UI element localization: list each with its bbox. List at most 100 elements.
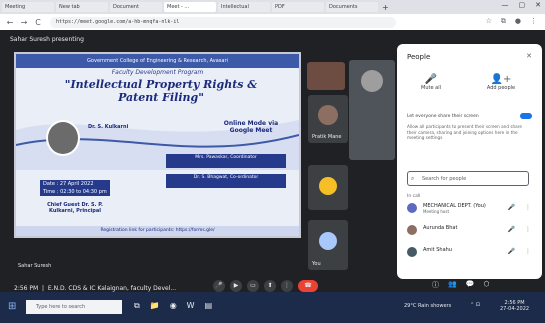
people-panel-title: People xyxy=(407,53,431,61)
browser-tab[interactable]: Meeting xyxy=(2,2,54,12)
presentation-slide: Government College of Engineering & Rese… xyxy=(14,52,301,238)
add-people-label: Add people xyxy=(486,85,516,91)
star-icon[interactable]: ☆ xyxy=(486,17,492,26)
participant-tile[interactable] xyxy=(307,62,345,90)
browser-tab[interactable]: Intellectual xyxy=(218,2,270,12)
minimize-icon[interactable]: — xyxy=(502,1,509,9)
avatar xyxy=(319,232,337,250)
slide-date-line: Date : 27 April 2022 xyxy=(43,181,94,187)
participant-name: Pratik Mane xyxy=(312,134,342,140)
slide-chief-guest: Chief Guest Dr. S. P. Kulkarni, Principa… xyxy=(47,202,103,214)
reload-icon[interactable]: C xyxy=(34,18,42,27)
people-panel: People ✕ 🎤 Mute all 👤+ Add people Let ev… xyxy=(397,44,542,279)
forward-icon[interactable]: → xyxy=(20,18,28,27)
captions-icon[interactable]: ▭ xyxy=(247,280,259,292)
slide-date: Date : 27 April 2022 Time : 02:30 to 04:… xyxy=(40,180,110,196)
mic-icon[interactable]: 🎤 xyxy=(508,248,515,255)
browser-tab[interactable]: Documents xyxy=(326,2,378,12)
browser-tab-bar: Meeting New tab Document Meet - ... Inte… xyxy=(0,0,545,14)
browser-tab[interactable]: PDF xyxy=(272,2,324,12)
self-tile[interactable]: You xyxy=(308,220,348,270)
slide-time-line: Time : 02:30 to 04:30 pm xyxy=(43,189,107,195)
browser-tab[interactable]: New tab xyxy=(56,2,108,12)
mic-icon[interactable]: 🎤 xyxy=(213,280,225,292)
more-options-icon[interactable]: ⋮ xyxy=(525,204,531,211)
windows-taskbar: ⊞ Type here to search ⧉ 📁 ◉ W ▤ 29°C Rai… xyxy=(0,292,545,323)
slide-mode: Online Mode via Google Meet xyxy=(223,120,279,134)
participant-list-name: Amit Shahu xyxy=(423,247,452,253)
taskbar-search-input[interactable]: Type here to search xyxy=(26,300,122,314)
avatar xyxy=(407,247,417,257)
activities-icon[interactable]: ⬡ xyxy=(483,280,489,290)
participant-list-item[interactable]: Aurunda Bhat 🎤 ⋮ xyxy=(407,224,535,238)
add-person-icon: 👤+ xyxy=(490,74,512,85)
share-setting-toggle[interactable] xyxy=(520,113,532,119)
participant-tile[interactable]: Pratik Mane xyxy=(308,95,348,143)
slide-title: "Intellectual Property Rights & Patent F… xyxy=(64,78,258,104)
more-options-icon[interactable]: ⋮ xyxy=(525,248,531,255)
menu-icon[interactable]: ⋮ xyxy=(530,17,537,26)
add-people-button[interactable]: 👤+ Add people xyxy=(481,74,521,91)
participant-list-item[interactable]: MECHANICAL DEPT. (You) Meeting host 🎤 ⋮ xyxy=(407,202,535,216)
share-setting-description: Allow all participants to present their … xyxy=(407,124,522,140)
meeting-controls: 🎤 ▶ ▭ ⬆ ⋮ ☎ xyxy=(213,280,318,292)
camera-icon[interactable]: ▶ xyxy=(230,280,242,292)
browser-tab[interactable]: Document xyxy=(110,2,162,12)
mic-icon[interactable]: 🎤 xyxy=(508,226,515,233)
slide-subtitle: Faculty Development Program xyxy=(111,69,204,76)
info-icon[interactable]: ⓘ xyxy=(432,280,439,290)
new-tab-icon[interactable]: + xyxy=(382,3,389,12)
speaker-photo xyxy=(46,120,80,156)
file-explorer-icon[interactable]: 📁 xyxy=(150,301,160,311)
weather-widget[interactable]: 29°C Rain showers xyxy=(404,303,451,309)
word-icon[interactable]: W xyxy=(187,301,195,311)
meeting-title: E.N.D. CDS & IC Kalaignan, faculty Devel… xyxy=(47,285,177,292)
avatar xyxy=(407,203,417,213)
pdf-icon[interactable]: ▤ xyxy=(205,301,213,311)
task-view-icon[interactable]: ⧉ xyxy=(134,301,140,311)
participant-tile[interactable] xyxy=(308,165,348,210)
close-window-icon[interactable]: ✕ xyxy=(535,1,541,9)
slide-speaker: Dr. S. Kulkarni xyxy=(88,124,129,130)
participant-tile[interactable] xyxy=(349,60,395,160)
people-search-input[interactable]: Search for people xyxy=(407,171,529,186)
meeting-time: 2:56 PM xyxy=(14,285,39,292)
chrome-icon[interactable]: ◉ xyxy=(170,301,177,311)
system-tray-icon[interactable]: ⌃ ⊡ xyxy=(470,302,480,308)
present-icon[interactable]: ⬆ xyxy=(264,280,276,292)
close-icon[interactable]: ✕ xyxy=(526,52,532,60)
avatar xyxy=(407,225,417,235)
more-options-icon[interactable]: ⋮ xyxy=(525,226,531,233)
avatar xyxy=(318,105,338,125)
back-icon[interactable]: ← xyxy=(6,18,14,27)
maximize-icon[interactable]: ▢ xyxy=(519,1,526,9)
end-call-button[interactable]: ☎ xyxy=(298,280,318,292)
people-icon[interactable]: 👥 xyxy=(448,280,457,290)
slide-header: Government College of Engineering & Rese… xyxy=(16,54,299,68)
in-call-section-label: In call xyxy=(407,194,421,199)
participant-list-name: Aurunda Bhat xyxy=(423,225,458,231)
clock-date: 27-04-2022 xyxy=(500,306,530,312)
participant-list-item[interactable]: Amit Shahu 🎤 ⋮ xyxy=(407,246,535,260)
mute-all-button[interactable]: 🎤 Mute all xyxy=(411,74,451,91)
participant-list-role: Meeting host xyxy=(423,209,450,214)
profile-icon[interactable]: ● xyxy=(515,17,521,26)
slide-coordinator-box: Dr. S. Bhagwat, Co-ordinator xyxy=(166,174,286,188)
mic-off-icon: 🎤 xyxy=(424,74,438,85)
browser-tab-active[interactable]: Meet - ... xyxy=(164,2,216,12)
avatar xyxy=(319,177,337,195)
presenting-label: Sahar Suresh presenting xyxy=(10,36,84,43)
url-input[interactable]: https://meet.google.com/a-hb-mnqfa-nlk-i… xyxy=(50,16,396,28)
address-bar: ← → C https://meet.google.com/a-hb-mnqfa… xyxy=(0,14,545,30)
windows-start-icon[interactable]: ⊞ xyxy=(8,301,16,312)
more-options-icon[interactable]: ⋮ xyxy=(281,280,293,292)
slide-coordinator-box: Mrs. Pawaskar, Coordinator xyxy=(166,154,286,168)
chat-icon[interactable]: 💬 xyxy=(466,280,475,290)
extensions-icon[interactable]: ⧉ xyxy=(501,17,506,26)
mic-icon[interactable]: 🎤 xyxy=(508,204,515,211)
presenter-name: Sahar Suresh xyxy=(18,263,52,269)
mute-all-label: Mute all xyxy=(421,85,441,91)
slide-footer: Registration link for participants: http… xyxy=(16,226,299,236)
taskbar-clock[interactable]: 2:56 PM 27-04-2022 xyxy=(500,300,529,312)
participant-video xyxy=(361,70,383,92)
